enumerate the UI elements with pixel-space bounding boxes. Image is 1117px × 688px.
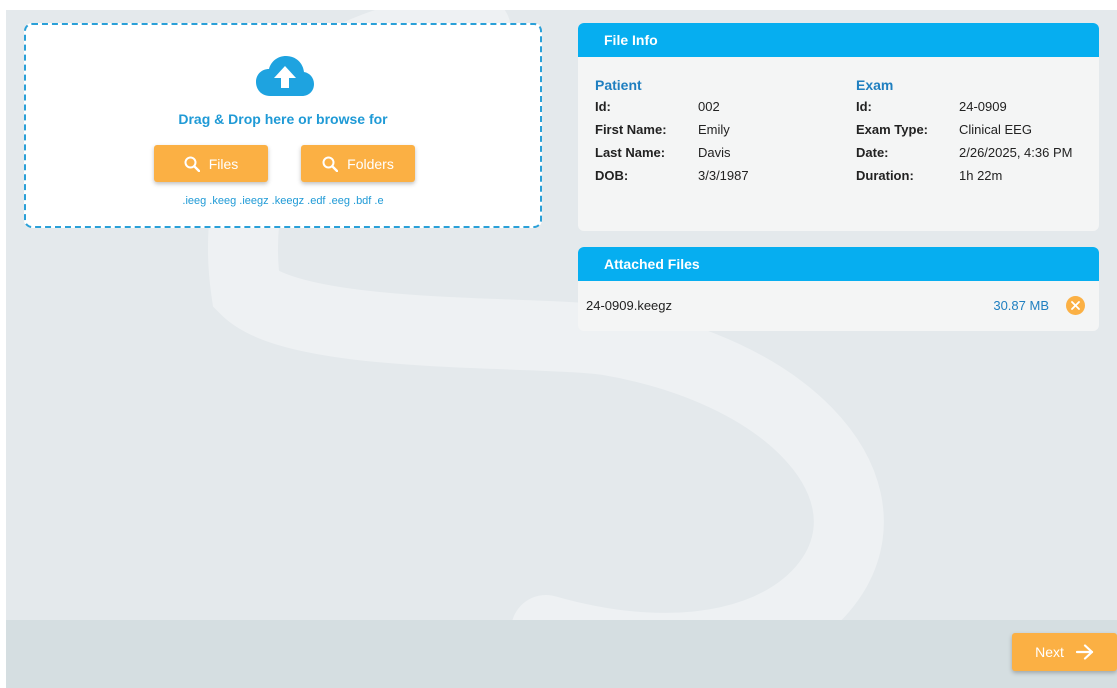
supported-extensions: .ieeg .keeg .ieegz .keegz .edf .eeg .bdf… [182, 195, 384, 207]
exam-date-row: Date: 2/26/2025, 4:36 PM [856, 145, 1089, 161]
attached-file-name: 24-0909.keegz [586, 298, 673, 313]
cloud-upload-icon [256, 56, 314, 96]
patient-heading: Patient [595, 77, 642, 93]
browse-folders-label: Folders [347, 155, 394, 172]
next-button[interactable]: Next [1012, 633, 1117, 671]
patient-dob-value: 3/3/1987 [698, 168, 749, 183]
patient-section: Patient Id: 002 First Name: Emily Last N… [595, 77, 838, 191]
exam-heading: Exam [856, 77, 894, 93]
attached-files-title: Attached Files [578, 247, 1099, 281]
exam-section: Exam Id: 24-0909 Exam Type: Clinical EEG… [856, 77, 1089, 191]
field-label: DOB: [595, 168, 629, 183]
patient-id-row: Id: 002 [595, 99, 838, 115]
exam-duration-value: 1h 22m [959, 168, 1003, 183]
footer-bar [6, 620, 1117, 688]
browse-files-label: Files [208, 155, 239, 172]
patient-last-name-value: Davis [698, 145, 731, 160]
upload-page: Drag & Drop here or browse for Files Fol… [6, 10, 1117, 688]
field-label: Exam Type: [856, 122, 929, 137]
exam-type-value: Clinical EEG [959, 122, 1032, 137]
close-icon [1071, 301, 1080, 310]
exam-date-value: 2/26/2025, 4:36 PM [959, 145, 1073, 160]
field-label: Duration: [856, 168, 914, 183]
field-label: Id: [595, 99, 611, 114]
file-info-title: File Info [578, 23, 1099, 57]
file-info-panel: File Info Patient Id: 002 First Name: Em… [578, 23, 1099, 231]
field-label: Date: [856, 145, 889, 160]
field-label: Last Name: [595, 145, 666, 160]
file-drop-zone[interactable]: Drag & Drop here or browse for Files Fol… [24, 23, 542, 228]
patient-dob-row: DOB: 3/3/1987 [595, 168, 838, 184]
browse-files-button[interactable]: Files [154, 145, 268, 182]
field-label: Id: [856, 99, 872, 114]
patient-id-value: 002 [698, 99, 720, 114]
patient-last-name-row: Last Name: Davis [595, 145, 838, 161]
drop-zone-prompt: Drag & Drop here or browse for [178, 111, 388, 127]
browse-folders-button[interactable]: Folders [301, 145, 415, 182]
exam-duration-row: Duration: 1h 22m [856, 168, 1089, 184]
attached-file-size: 30.87 MB [993, 298, 1049, 313]
arrow-right-icon [1075, 644, 1093, 660]
next-button-label: Next [1035, 644, 1064, 660]
exam-id-value: 24-0909 [959, 99, 1007, 114]
search-icon [184, 156, 200, 172]
patient-first-name-row: First Name: Emily [595, 122, 838, 138]
attached-file-row: 24-0909.keegz 30.87 MB [578, 281, 1099, 331]
field-label: First Name: [595, 122, 667, 137]
exam-type-row: Exam Type: Clinical EEG [856, 122, 1089, 138]
search-icon [322, 156, 339, 172]
attached-files-panel: Attached Files 24-0909.keegz 30.87 MB [578, 247, 1099, 331]
patient-first-name-value: Emily [698, 122, 730, 137]
exam-id-row: Id: 24-0909 [856, 99, 1089, 115]
remove-file-button[interactable] [1066, 296, 1085, 315]
